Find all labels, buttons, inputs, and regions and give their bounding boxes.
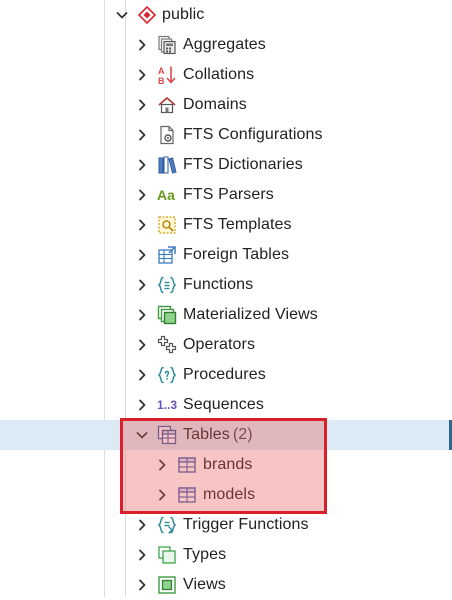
tables-count: (2) <box>232 426 253 443</box>
chevron-right-icon[interactable] <box>134 217 150 233</box>
table-icon <box>177 455 197 475</box>
chevron-right-icon[interactable] <box>134 187 150 203</box>
svg-text:B: B <box>158 76 165 85</box>
procedures-icon <box>157 365 177 385</box>
tree-node-table-models[interactable]: models <box>0 480 452 510</box>
tree-node-types[interactable]: Types <box>0 540 452 570</box>
chevron-right-icon[interactable] <box>134 517 150 533</box>
tree-node-operators[interactable]: Operators <box>0 330 452 360</box>
chevron-right-icon[interactable] <box>154 487 170 503</box>
views-icon <box>157 575 177 595</box>
tree-node-trigger-functions[interactable]: Trigger Functions <box>0 510 452 540</box>
tree-node-label: Domains <box>183 96 247 113</box>
tree-node-label: Foreign Tables <box>183 246 290 263</box>
tree-node-label: Types <box>183 546 227 563</box>
tree-node-label: Operators <box>183 336 256 353</box>
tree-node-tables[interactable]: Tables (2) <box>0 420 452 450</box>
chevron-right-icon[interactable] <box>134 337 150 353</box>
fts-configurations-icon <box>157 125 177 145</box>
tree-node-label: Procedures <box>183 366 266 383</box>
tree-node-public[interactable]: public <box>0 0 452 30</box>
tree-node-label: Sequences <box>183 396 264 413</box>
tree-node-fts-templates[interactable]: FTS Templates <box>0 210 452 240</box>
tree-node-fts-configurations[interactable]: FTS Configurations <box>0 120 452 150</box>
fts-parsers-icon: Aa <box>157 185 177 205</box>
tree-node-label: Trigger Functions <box>183 516 309 533</box>
sequences-icon: 1..3 <box>157 395 177 415</box>
tree-node-domains[interactable]: Domains <box>0 90 452 120</box>
tree-node-label: FTS Templates <box>183 216 292 233</box>
tree-node-collations[interactable]: AB Collations <box>0 60 452 90</box>
tree-node-label: Materialized Views <box>183 306 318 323</box>
chevron-right-icon[interactable] <box>134 547 150 563</box>
tables-label-text: Tables <box>183 426 230 443</box>
tree-node-label: Tables (2) <box>183 426 253 444</box>
chevron-right-icon[interactable] <box>134 127 150 143</box>
chevron-right-icon[interactable] <box>134 577 150 593</box>
chevron-right-icon[interactable] <box>134 37 150 53</box>
chevron-down-icon[interactable] <box>134 427 150 443</box>
aggregates-icon <box>157 35 177 55</box>
chevron-right-icon[interactable] <box>154 457 170 473</box>
tree-node-fts-dictionaries[interactable]: FTS Dictionaries <box>0 150 452 180</box>
tree-node-label: models <box>203 486 256 503</box>
chevron-right-icon[interactable] <box>134 157 150 173</box>
trigger-functions-icon <box>157 515 177 535</box>
materialized-views-icon <box>157 305 177 325</box>
tree-node-label: FTS Dictionaries <box>183 156 303 173</box>
tree-node-materialized-views[interactable]: Materialized Views <box>0 300 452 330</box>
tree-node-label: FTS Parsers <box>183 186 274 203</box>
tree-node-label: Aggregates <box>183 36 266 53</box>
chevron-right-icon[interactable] <box>134 307 150 323</box>
types-icon <box>157 545 177 565</box>
operators-icon <box>157 335 177 355</box>
chevron-down-icon[interactable] <box>114 7 130 23</box>
tree-node-foreign-tables[interactable]: Foreign Tables <box>0 240 452 270</box>
fts-parsers-glyph: Aa <box>157 187 175 203</box>
tree-node-functions[interactable]: Functions <box>0 270 452 300</box>
schema-icon <box>137 5 157 25</box>
tree-node-aggregates[interactable]: Aggregates <box>0 30 452 60</box>
tree-node-label: public <box>162 6 205 23</box>
table-icon <box>177 485 197 505</box>
tree-node-label: FTS Configurations <box>183 126 323 143</box>
chevron-right-icon[interactable] <box>134 97 150 113</box>
collations-icon: AB <box>157 65 177 85</box>
chevron-right-icon[interactable] <box>134 277 150 293</box>
tree-node-table-brands[interactable]: brands <box>0 450 452 480</box>
tree-node-procedures[interactable]: Procedures <box>0 360 452 390</box>
fts-templates-icon <box>157 215 177 235</box>
tree-node-label: Functions <box>183 276 254 293</box>
chevron-right-icon[interactable] <box>134 247 150 263</box>
tree-node-label: Collations <box>183 66 255 83</box>
tree-node-label: Views <box>183 576 226 593</box>
chevron-right-icon[interactable] <box>134 397 150 413</box>
fts-dictionaries-icon <box>157 155 177 175</box>
tree-node-fts-parsers[interactable]: Aa FTS Parsers <box>0 180 452 210</box>
tables-icon <box>157 425 177 445</box>
sequences-glyph: 1..3 <box>157 398 178 412</box>
chevron-right-icon[interactable] <box>134 67 150 83</box>
tree-node-label: brands <box>203 456 253 473</box>
domains-icon <box>157 95 177 115</box>
svg-text:A: A <box>158 66 165 76</box>
chevron-right-icon[interactable] <box>134 367 150 383</box>
tree-node-views[interactable]: Views <box>0 570 452 600</box>
foreign-tables-icon <box>157 245 177 265</box>
functions-icon <box>157 275 177 295</box>
tree-node-sequences[interactable]: 1..3 Sequences <box>0 390 452 420</box>
